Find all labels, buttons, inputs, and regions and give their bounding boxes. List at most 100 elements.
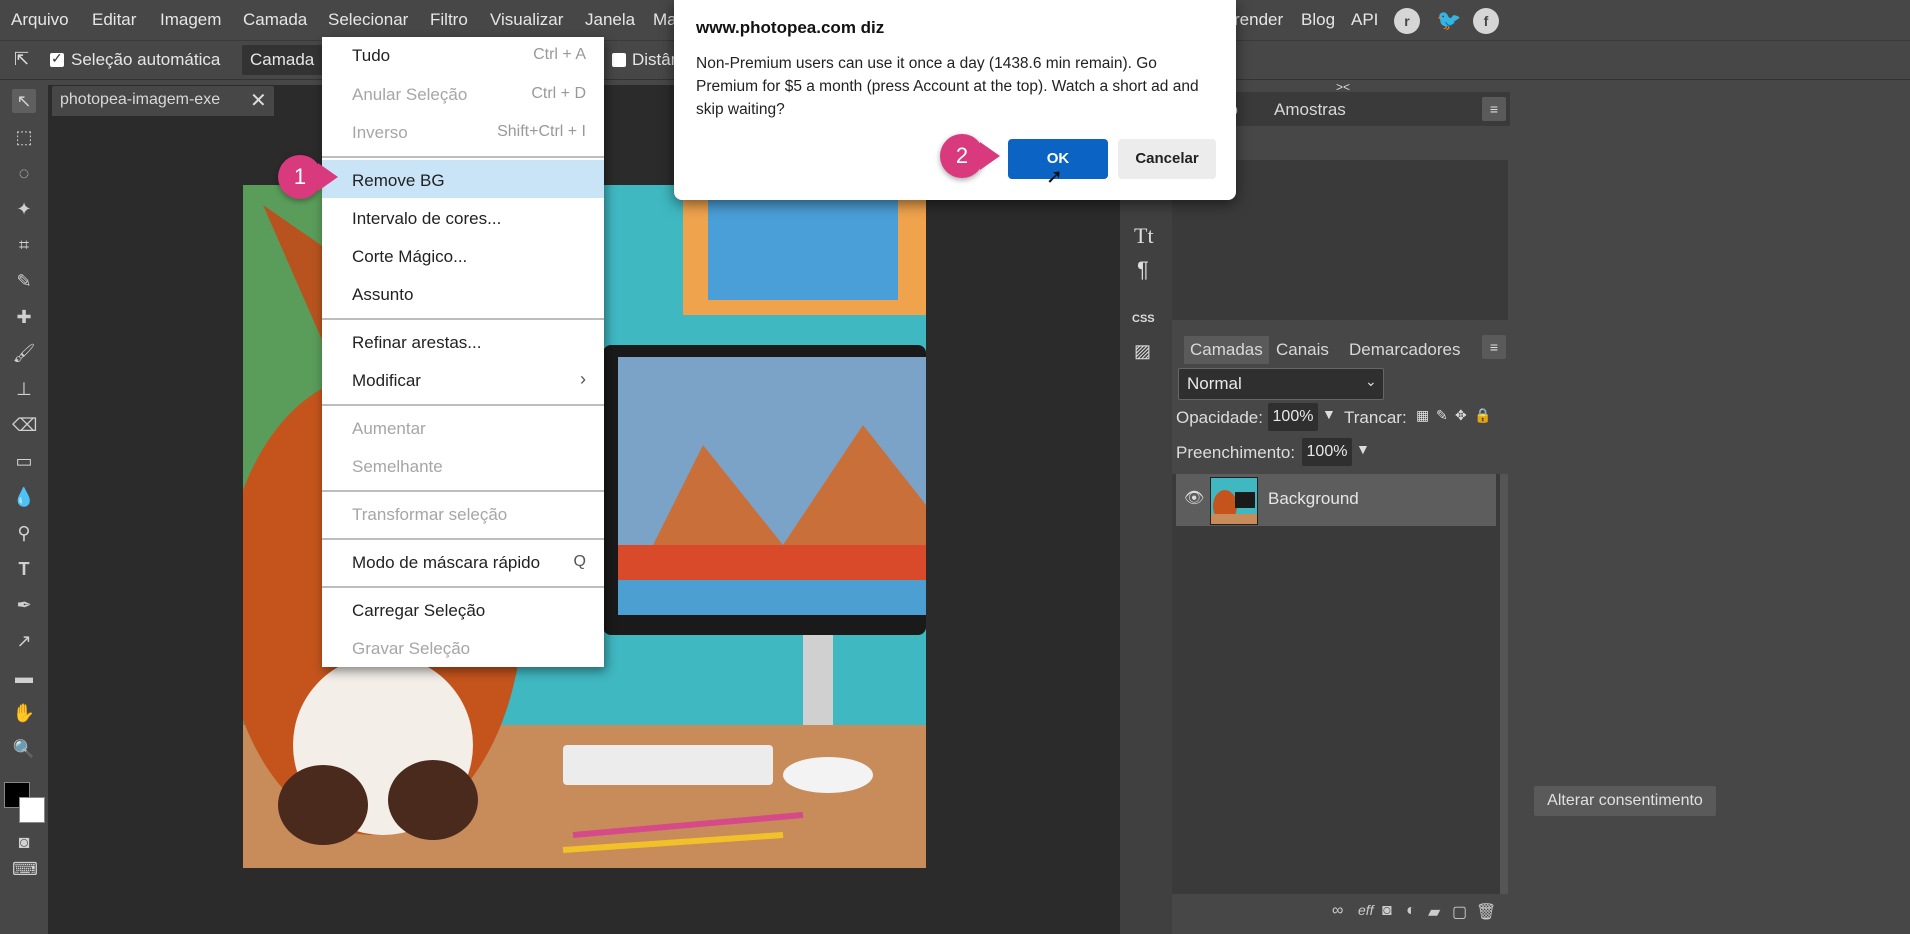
menu-api[interactable]: API	[1351, 10, 1378, 30]
healing-brush-icon[interactable]: ✚	[12, 305, 36, 329]
shape-tool-icon[interactable]: ▬	[12, 665, 36, 689]
auto-select-checkbox[interactable]	[50, 50, 64, 67]
distances-checkbox[interactable]	[612, 53, 626, 67]
stamp-tool-icon[interactable]: ⊥	[12, 377, 36, 401]
tab-layers[interactable]: Camadas	[1184, 336, 1269, 364]
blur-tool-icon[interactable]: 💧	[12, 485, 36, 509]
magic-wand-icon[interactable]: ✦	[12, 197, 36, 221]
menu-item-aumentar[interactable]: Aumentar	[352, 419, 426, 439]
menu-item-inverso[interactable]: Inverso	[352, 123, 408, 143]
close-tab-icon[interactable]: ✕	[250, 88, 267, 113]
pen-tool-icon[interactable]: ✒	[12, 593, 36, 617]
type-tool-icon[interactable]: T	[12, 557, 36, 581]
menu-blog[interactable]: Blog	[1301, 10, 1335, 30]
menu-item-carregar-selecao[interactable]: Carregar Seleção	[352, 601, 485, 621]
menu-arquivo[interactable]: Arquivo	[11, 10, 69, 30]
paragraph-panel-icon[interactable]: ¶	[1137, 257, 1149, 283]
menu-separator	[322, 586, 604, 588]
crop-tool-icon[interactable]: ⌗	[12, 233, 36, 257]
menu-imagem[interactable]: Imagem	[160, 10, 221, 30]
lock-pixels-icon[interactable]: ✎	[1436, 407, 1448, 424]
document-tab[interactable]: photopea-imagem-exe ✕	[52, 86, 274, 116]
menu-visualizar[interactable]: Visualizar	[490, 10, 563, 30]
step-badge-2: 2	[940, 134, 984, 178]
lock-position-icon[interactable]: ✥	[1455, 407, 1467, 424]
mask-icon[interactable]: ◙	[1382, 902, 1392, 920]
menu-janela[interactable]: Janela	[585, 10, 635, 30]
menu-item-refinar-arestas[interactable]: Refinar arestas...	[352, 333, 481, 353]
lock-transparency-icon[interactable]: ▦	[1416, 407, 1429, 424]
blend-mode-select[interactable]: Normal ⌄	[1178, 368, 1384, 400]
menu-editar[interactable]: Editar	[92, 10, 136, 30]
tab-paths[interactable]: Demarcadores	[1349, 340, 1461, 360]
menu-item-corte-magico[interactable]: Corte Mágico...	[352, 247, 467, 267]
move-tool-icon[interactable]: ↖	[12, 89, 36, 113]
quick-mask-icon[interactable]: ◙	[12, 830, 36, 854]
lock-all-icon[interactable]: 🔒	[1474, 407, 1491, 424]
cancel-button[interactable]: Cancelar	[1118, 139, 1216, 179]
tool-panel: ↖ ⬚ ◌ ✦ ⌗ ✎ ✚ 🖌 ⊥ ⌫ ▭ 💧 ⚲ T ✒ ↗ ▬ ✋ 🔍 ◙ …	[0, 85, 49, 934]
consent-button[interactable]: Alterar consentimento	[1534, 786, 1716, 816]
menu-item-mascara-rapida[interactable]: Modo de máscara rápido	[352, 553, 540, 573]
brush-tool-icon[interactable]: 🖌	[12, 341, 36, 365]
selecionar-dropdown-menu: Tudo Ctrl + A Anular Seleção Ctrl + D In…	[322, 37, 604, 667]
menu-item-modificar[interactable]: Modificar	[352, 371, 421, 391]
link-layers-icon[interactable]: ∞	[1332, 902, 1343, 920]
menu-filtro[interactable]: Filtro	[430, 10, 468, 30]
path-select-icon[interactable]: ↗	[12, 629, 36, 653]
image-panel-icon[interactable]: ▨	[1134, 341, 1151, 362]
menu-item-tudo[interactable]: Tudo	[352, 46, 390, 66]
menu-item-anular-selecao[interactable]: Anular Seleção	[352, 85, 467, 105]
tab-swatches[interactable]: Amostras	[1274, 100, 1346, 120]
menu-item-intervalo-cores[interactable]: Intervalo de cores...	[352, 209, 501, 229]
trash-icon[interactable]: 🗑	[1476, 902, 1496, 922]
layers-menu-icon[interactable]: ≡	[1482, 335, 1506, 359]
menu-separator	[322, 538, 604, 540]
menu-item-transformar-selecao[interactable]: Transformar seleção	[352, 505, 507, 525]
keyboard-icon[interactable]: ⌨	[12, 857, 38, 881]
new-layer-icon[interactable]: ▢	[1452, 902, 1467, 922]
opacity-dropdown-icon[interactable]: ▼	[1322, 406, 1336, 422]
css-panel-icon[interactable]: CSS	[1132, 313, 1155, 325]
right-tool-strip: Tt ¶ CSS ▨	[1120, 85, 1172, 934]
eye-icon[interactable]: 👁	[1184, 488, 1204, 508]
gradient-tool-icon[interactable]: ▭	[12, 449, 36, 473]
reddit-icon[interactable]: r	[1394, 8, 1420, 34]
layer-select[interactable]: Camada	[242, 45, 324, 75]
menu-item-remove-bg[interactable]: Remove BG	[352, 171, 445, 191]
facebook-icon[interactable]: f	[1473, 8, 1499, 34]
mouse-cursor-icon: ➚	[1046, 166, 1063, 188]
lasso-tool-icon[interactable]: ◌	[12, 161, 36, 185]
distances-label: Distân	[632, 50, 681, 69]
opacity-input[interactable]: 100%	[1268, 403, 1318, 431]
menu-camada[interactable]: Camada	[243, 10, 307, 30]
character-panel-icon[interactable]: Tt	[1134, 223, 1154, 249]
layer-row-background[interactable]: 👁 Background	[1176, 474, 1496, 526]
submenu-arrow-icon: ›	[580, 369, 586, 389]
eraser-tool-icon[interactable]: ⌫	[12, 413, 37, 437]
panel-menu-icon[interactable]: ≡	[1482, 97, 1506, 121]
menu-item-assunto[interactable]: Assunto	[352, 285, 413, 305]
background-color-swatch[interactable]	[19, 797, 45, 823]
marquee-tool-icon[interactable]: ⬚	[12, 125, 36, 149]
twitter-icon[interactable]: 🐦	[1436, 8, 1462, 34]
auto-select-label: Seleção automática	[71, 50, 221, 69]
fill-input[interactable]: 100%	[1302, 438, 1352, 466]
hand-tool-icon[interactable]: ✋	[12, 701, 36, 725]
blend-mode-value: Normal	[1187, 374, 1242, 393]
menu-item-gravar-selecao[interactable]: Gravar Seleção	[352, 639, 470, 659]
fx-icon[interactable]: eff	[1358, 902, 1374, 918]
opacity-label: Opacidade:	[1176, 408, 1263, 427]
menu-item-semelhante[interactable]: Semelhante	[352, 457, 443, 477]
zoom-tool-icon[interactable]: 🔍	[12, 737, 36, 761]
dodge-tool-icon[interactable]: ⚲	[12, 521, 36, 545]
tab-channels[interactable]: Canais	[1276, 340, 1329, 360]
step-badge-2-arrow	[980, 142, 1000, 170]
eyedropper-icon[interactable]: ✎	[12, 269, 36, 293]
adjustment-layer-icon[interactable]: ◐	[1406, 902, 1416, 920]
layers-scrollbar[interactable]	[1500, 474, 1508, 894]
folder-icon[interactable]: ▰	[1428, 902, 1440, 922]
menu-selecionar[interactable]: Selecionar	[328, 10, 408, 30]
menu-render[interactable]: render	[1234, 10, 1283, 30]
fill-dropdown-icon[interactable]: ▼	[1356, 441, 1370, 457]
